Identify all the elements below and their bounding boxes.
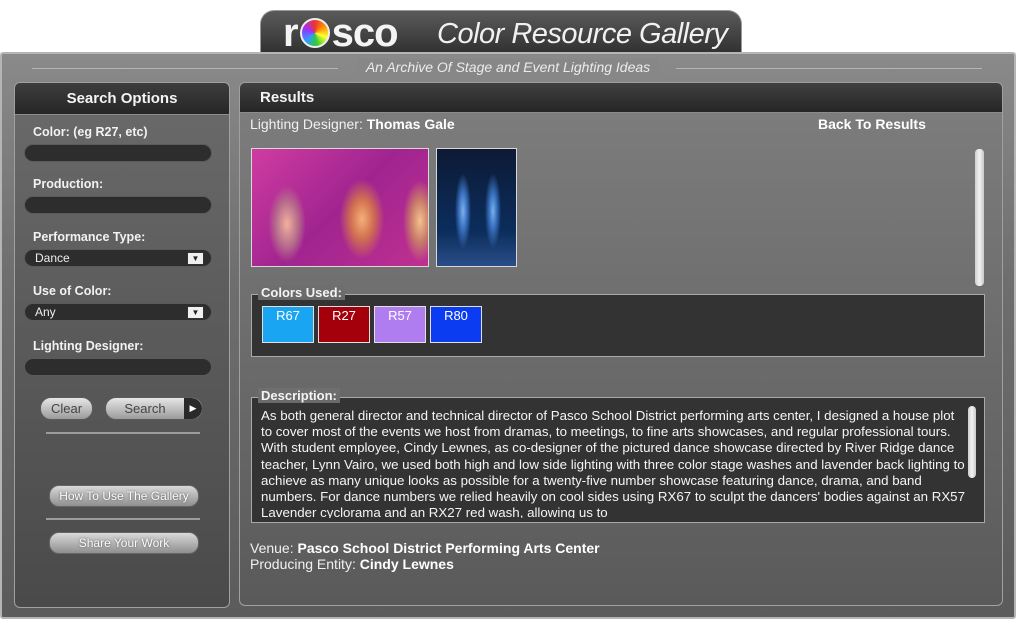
producer-name: Cindy Lewnes	[359, 556, 454, 572]
performance-type-select[interactable]: Dance ▼	[24, 249, 212, 267]
subtitle: An Archive Of Stage and Event Lighting I…	[357, 59, 659, 75]
designer-name: Thomas Gale	[366, 116, 455, 132]
use-of-color-value: Any	[35, 305, 56, 319]
color-input[interactable]	[24, 144, 212, 162]
use-of-color-select[interactable]: Any ▼	[24, 303, 212, 321]
designer-label: Lighting Designer:	[250, 116, 367, 132]
color-swatch-r80[interactable]: R80	[430, 306, 482, 343]
rosco-logo[interactable]: r sco	[283, 11, 399, 55]
use-of-color-label: Use of Color:	[33, 284, 112, 298]
lighting-designer-line: Lighting Designer: Thomas Gale	[250, 116, 455, 132]
results-panel: Results Lighting Designer: Thomas Gale B…	[239, 82, 1003, 606]
performance-type-value: Dance	[35, 251, 70, 265]
subtitle-wrap: An Archive Of Stage and Event Lighting I…	[2, 59, 1014, 75]
results-heading: Results	[240, 83, 1002, 113]
app-title: Color Resource Gallery	[437, 18, 728, 50]
gallery-photo-1[interactable]	[251, 148, 429, 267]
header-tab: r sco Color Resource Gallery	[260, 10, 742, 56]
separator	[46, 432, 200, 434]
description-text: As both general director and technical d…	[261, 408, 965, 518]
clear-button[interactable]: Clear	[40, 397, 93, 420]
share-your-work-button[interactable]: Share Your Work	[49, 532, 199, 554]
gallery-scrollbar[interactable]	[975, 149, 984, 286]
producing-entity-line: Producing Entity: Cindy Lewnes	[250, 556, 454, 572]
venue-label: Venue:	[250, 540, 298, 556]
producer-label: Producing Entity:	[250, 556, 360, 572]
separator	[46, 518, 200, 520]
chevron-down-icon[interactable]: ▼	[187, 306, 204, 319]
search-button[interactable]: Search ▶	[105, 397, 203, 420]
color-swatch-r67[interactable]: R67	[262, 306, 314, 343]
description-scrollbar[interactable]	[968, 406, 976, 478]
description-legend: Description:	[258, 388, 340, 403]
performance-type-label: Performance Type:	[33, 230, 146, 244]
color-label: Color: (eg R27, etc)	[33, 125, 148, 139]
production-label: Production:	[33, 177, 104, 191]
back-to-results-link[interactable]: Back To Results	[818, 116, 926, 132]
logo-letter-r: r	[283, 11, 299, 55]
main-frame: An Archive Of Stage and Event Lighting I…	[0, 52, 1016, 619]
chevron-down-icon[interactable]: ▼	[187, 252, 204, 265]
arrow-right-icon: ▶	[184, 398, 202, 419]
logo-letters-sco: sco	[331, 11, 399, 55]
color-swatch-r27[interactable]: R27	[318, 306, 370, 343]
color-swatch-r57[interactable]: R57	[374, 306, 426, 343]
colors-used-legend: Colors Used:	[258, 285, 345, 300]
lighting-designer-label: Lighting Designer:	[33, 339, 144, 353]
venue-line: Venue: Pasco School District Performing …	[250, 540, 600, 556]
how-to-use-gallery-button[interactable]: How To Use The Gallery	[49, 485, 199, 507]
search-options-panel: Search Options Color: (eg R27, etc) Prod…	[14, 82, 230, 608]
colors-used-box: Colors Used: R67 R27 R57 R80	[251, 285, 985, 357]
color-wheel-icon	[299, 18, 330, 48]
lighting-designer-input[interactable]	[24, 358, 212, 376]
gallery-photo-2[interactable]	[436, 148, 517, 267]
search-options-heading: Search Options	[15, 83, 229, 115]
description-box: Description: As both general director an…	[251, 388, 985, 523]
production-input[interactable]	[24, 196, 212, 214]
search-button-label: Search	[124, 401, 166, 416]
venue-name: Pasco School District Performing Arts Ce…	[297, 540, 600, 556]
